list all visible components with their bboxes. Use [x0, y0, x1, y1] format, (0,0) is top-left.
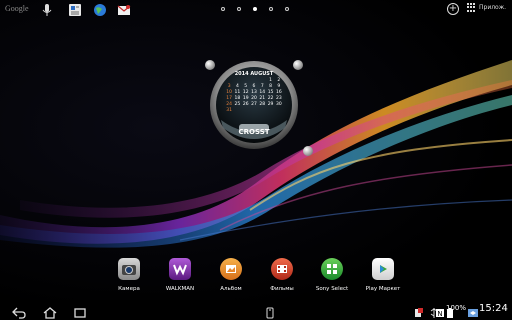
apps-grid-icon [467, 3, 476, 12]
calendar-dates: 1 2 3 4 5 6 7 8 9 10 11 12 13 14 15 16 17 18 19 20 21 22 23 24 2… [225, 78, 283, 113]
calendar-date: 2 [277, 78, 281, 83]
calendar-date: 23 [275, 96, 282, 101]
calendar-date: 22 [267, 96, 274, 101]
calendar-empty-cell [242, 78, 250, 83]
calendar-date: 7 [260, 84, 264, 89]
calendar-date: 1 [269, 78, 272, 83]
apps-label: Прилож. [479, 4, 507, 11]
album-icon [220, 258, 242, 280]
top-bar: Google + Прилож. [0, 0, 512, 20]
app-movies[interactable]: Фильмы [257, 258, 307, 292]
app-label: WALKMAN [165, 286, 195, 292]
page-dot[interactable] [269, 7, 273, 11]
browser-icon[interactable] [93, 2, 107, 16]
widget-knob-right [293, 60, 303, 70]
calendar-date: 4 [235, 84, 239, 89]
app-label: Sony Select [315, 286, 349, 292]
calendar-date: 14 [259, 90, 266, 95]
page-dot[interactable] [285, 7, 289, 11]
calendar-date: 10 [226, 90, 232, 95]
news-widget-icon[interactable] [68, 2, 82, 16]
widget-knob-left [205, 60, 215, 70]
recent-apps-button[interactable] [73, 304, 87, 318]
app-album[interactable]: Альбом [206, 258, 256, 292]
apps-button[interactable]: Прилож. [467, 3, 506, 12]
widget-knob-bottom [303, 146, 313, 156]
calendar-grid: 2014 AUGUST 1 2 3 4 5 6 7 8 9 10 11 12 13 14 15 16 17 18 1… [225, 71, 283, 121]
calendar-date: 12 [242, 90, 249, 95]
calendar-date: 26 [242, 102, 249, 107]
app-walkman[interactable]: WALKMAN [155, 258, 205, 292]
app-label: Альбом [220, 286, 242, 292]
home-button[interactable] [43, 304, 57, 319]
navigation-bar: N 100% 15:24 [0, 300, 512, 320]
calendar-date: 8 [269, 84, 272, 89]
sync-icon [466, 304, 480, 317]
nfc-icon: N [433, 304, 447, 318]
calendar-date: 6 [252, 84, 256, 89]
app-camera[interactable]: Камера [104, 258, 154, 292]
play-market-icon [372, 258, 394, 280]
voice-search-icon[interactable] [40, 2, 54, 16]
calendar-title: 2014 AUGUST [234, 71, 274, 77]
email-icon[interactable] [117, 2, 131, 16]
widget-label: CROSST [238, 128, 270, 136]
calendar-clock-widget[interactable]: 2014 AUGUST 1 2 3 4 5 6 7 8 9 10 11 12 13 14 15 16 17 18 1… [205, 58, 313, 156]
sony-select-icon [321, 258, 343, 280]
calendar-date: 30 [275, 102, 282, 107]
calendar-empty-cell [225, 78, 233, 83]
calendar-date: 3 [227, 84, 231, 89]
calendar-date: 24 [226, 102, 232, 107]
app-play-market[interactable]: Play Маркет [358, 258, 408, 292]
app-dock: Камера WALKMAN Альбом Фильмы Sony Select… [0, 258, 512, 298]
page-dot[interactable] [237, 7, 241, 11]
page-indicator [221, 7, 289, 11]
calendar-date: 25 [234, 102, 241, 107]
calendar-date: 27 [251, 102, 257, 107]
page-dot[interactable] [221, 7, 225, 11]
page-dot-active[interactable] [253, 7, 257, 11]
camera-icon [118, 258, 140, 280]
back-button[interactable] [12, 304, 26, 319]
calendar-date: 28 [259, 102, 266, 107]
walkman-icon [169, 258, 191, 280]
add-widget-button[interactable]: + [447, 3, 459, 15]
calendar-date: 19 [242, 96, 249, 101]
calendar-date: 15 [267, 90, 274, 95]
svg-text:N: N [437, 310, 442, 318]
notification-icon[interactable] [412, 304, 426, 317]
battery-percentage: 100% [446, 304, 467, 312]
app-label: Фильмы [270, 286, 294, 292]
calendar-date: 11 [234, 90, 241, 95]
app-label: Камера [118, 286, 140, 292]
calendar-date: 5 [244, 84, 248, 89]
calendar-date: 17 [226, 96, 232, 101]
app-sony-select[interactable]: Sony Select [307, 258, 357, 292]
google-search-label[interactable]: Google [5, 4, 29, 13]
calendar-empty-cell [250, 78, 258, 83]
calendar-empty-cell [258, 78, 266, 83]
small-apps-button[interactable] [263, 304, 277, 319]
app-label: Play Маркет [365, 286, 401, 292]
calendar-empty-cell [233, 78, 241, 83]
calendar-date: 18 [234, 96, 241, 101]
calendar-date: 21 [259, 96, 266, 101]
calendar-date: 31 [226, 108, 232, 113]
movies-icon [271, 258, 293, 280]
calendar-date: 29 [267, 102, 274, 107]
clock-time: 15:24 [479, 303, 508, 314]
calendar-date: 9 [277, 84, 281, 89]
calendar-date: 16 [275, 90, 282, 95]
calendar-date: 20 [251, 96, 257, 101]
calendar-date: 13 [251, 90, 257, 95]
